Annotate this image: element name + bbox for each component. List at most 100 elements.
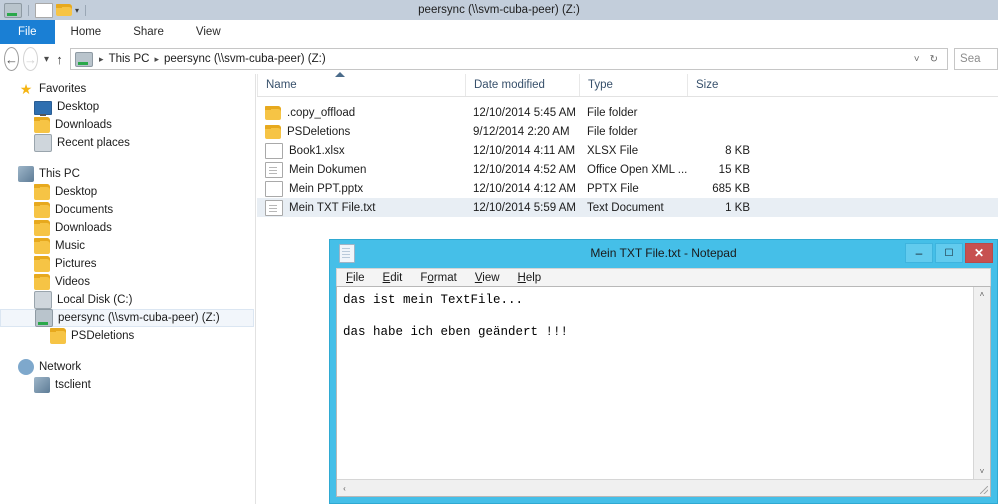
navigation-pane: ★ Favorites Desktop Downloads Recent pla… [0,74,256,504]
scroll-up-arrow-icon[interactable]: ˄ [974,287,990,302]
sidebar-item-psdeletions[interactable]: PSDeletions [0,327,255,345]
notepad-window-controls: – ☐ ✕ [905,243,993,263]
file-date: 9/12/2014 2:20 AM [473,125,570,138]
breadcrumb[interactable]: ▸ This PC ▸ peersync (\\svm-cuba-peer) (… [70,48,949,70]
sidebar-item-favorites[interactable]: ★ Favorites [0,80,255,98]
sidebar-label: Favorites [39,83,87,95]
file-type: Text Document [587,201,664,214]
tab-view[interactable]: View [180,20,237,44]
qat-divider-2 [85,4,87,16]
table-row[interactable]: Mein PPT.pptx 12/10/2014 4:12 AM PPTX Fi… [257,179,998,198]
horizontal-scrollbar[interactable]: ‹ [337,480,974,496]
computer-icon [34,377,50,393]
recent-places-icon [34,134,52,152]
videos-folder-icon [34,274,50,290]
search-placeholder: Sea [960,53,981,65]
sidebar-label: Downloads [55,222,112,234]
maximize-button[interactable]: ☐ [935,243,963,263]
vertical-scrollbar[interactable]: ˄ ˅ [973,287,990,479]
sidebar-item-pictures[interactable]: Pictures [0,255,255,273]
breadcrumb-separator-1: ▸ [99,53,104,64]
sidebar-label: Documents [55,204,114,216]
back-button[interactable]: ← [4,47,19,71]
search-input[interactable]: Sea [954,48,998,70]
recent-locations-chevron-icon[interactable]: ▾ [42,48,51,70]
menu-help[interactable]: Help [509,272,551,284]
file-type: PPTX File [587,182,639,195]
properties-icon[interactable] [35,2,53,18]
close-button[interactable]: ✕ [965,243,993,263]
file-date: 12/10/2014 4:52 AM [473,163,576,176]
sidebar-label: This PC [39,168,80,180]
sidebar-item-downloads[interactable]: Downloads [0,219,255,237]
sidebar-item-this-pc[interactable]: This PC [0,165,255,183]
customize-qat-chevron-icon[interactable]: ▾ [75,6,79,15]
sidebar-item-local-disk[interactable]: Local Disk (C:) [0,291,255,309]
sidebar-label: Pictures [55,258,97,270]
scroll-down-arrow-icon[interactable]: ˅ [974,464,990,479]
sidebar-item-peersync[interactable]: peersync (\\svm-cuba-peer) (Z:) [0,309,254,327]
table-row[interactable]: Book1.xlsx 12/10/2014 4:11 AM XLSX File … [257,141,998,160]
breadcrumb-item-peersync[interactable]: peersync (\\svm-cuba-peer) (Z:) [161,53,329,65]
tab-file[interactable]: File [0,20,55,44]
sidebar-label: Desktop [57,101,100,113]
address-dropdown-chevron-icon[interactable]: ˅ [909,54,925,65]
file-type: File folder [587,125,638,138]
forward-button[interactable]: → [23,47,38,71]
tab-home[interactable]: Home [55,20,118,44]
sidebar-item-recent-places[interactable]: Recent places [0,134,255,152]
sidebar-item-documents[interactable]: Documents [0,201,255,219]
sidebar-item-music[interactable]: Music [0,237,255,255]
music-folder-icon [34,238,50,254]
folder-icon [265,105,281,120]
table-row[interactable]: Mein Dokumen 12/10/2014 4:52 AM Office O… [257,160,998,179]
breadcrumb-separator-2: ▸ [154,53,159,64]
new-folder-icon[interactable] [56,4,72,16]
file-type: File folder [587,106,638,119]
breadcrumb-drive-icon [75,51,94,67]
sidebar-item-tsclient[interactable]: tsclient [0,376,255,394]
desktop-icon [34,101,52,116]
table-row[interactable]: .copy_offload 12/10/2014 5:45 AM File fo… [257,103,998,122]
notepad-window-title: Mein TXT File.txt - Notepad [590,246,737,260]
star-icon: ★ [19,81,33,97]
sidebar-item-desktop[interactable]: Desktop [0,183,255,201]
explorer-window-title: peersync (\\svm-cuba-peer) (Z:) [418,4,580,16]
up-button[interactable]: ↑ [55,48,64,70]
refresh-icon[interactable]: ↻ [925,54,943,65]
column-header-size[interactable]: Size [687,74,762,96]
file-icon [265,180,283,197]
table-row[interactable]: Mein TXT File.txt 12/10/2014 5:59 AM Tex… [257,198,998,217]
table-row[interactable]: PSDeletions 9/12/2014 2:20 AM File folde… [257,122,998,141]
menu-file[interactable]: File [337,272,374,284]
this-pc-icon [18,166,34,182]
sidebar-label: Music [55,240,86,252]
sidebar-item-downloads-fav[interactable]: Downloads [0,116,255,134]
sidebar-item-videos[interactable]: Videos [0,273,255,291]
sidebar-item-desktop-fav[interactable]: Desktop [0,98,255,116]
minimize-button[interactable]: – [905,243,933,263]
network-icon [18,359,34,375]
file-date: 12/10/2014 4:11 AM [473,144,576,157]
breadcrumb-item-this-pc[interactable]: This PC [106,53,153,65]
sidebar-item-network[interactable]: Network [0,358,255,376]
file-size: 8 KB [725,144,750,157]
file-name: PSDeletions [287,125,351,138]
drive-icon[interactable] [4,2,22,18]
notepad-text-area[interactable]: das ist mein TextFile... das habe ich eb… [337,287,973,479]
menu-view[interactable]: View [466,272,509,284]
sidebar-label: Network [39,361,82,373]
menu-edit[interactable]: Edit [374,272,412,284]
column-header-type[interactable]: Type [579,74,687,96]
menu-format[interactable]: Format [411,272,465,284]
column-header-name[interactable]: Name [257,74,465,96]
notepad-titlebar[interactable]: Mein TXT File.txt - Notepad – ☐ ✕ [330,240,997,266]
text-document-icon [265,199,283,216]
column-header-date-modified[interactable]: Date modified [465,74,579,96]
quick-access-toolbar: ▾ [0,0,89,20]
screen: ▾ peersync (\\svm-cuba-peer) (Z:) File H… [0,0,998,504]
scroll-left-arrow-icon[interactable]: ‹ [337,480,352,496]
resize-grip[interactable] [974,480,990,496]
tab-share[interactable]: Share [117,20,180,44]
downloads-folder-icon [34,117,50,133]
